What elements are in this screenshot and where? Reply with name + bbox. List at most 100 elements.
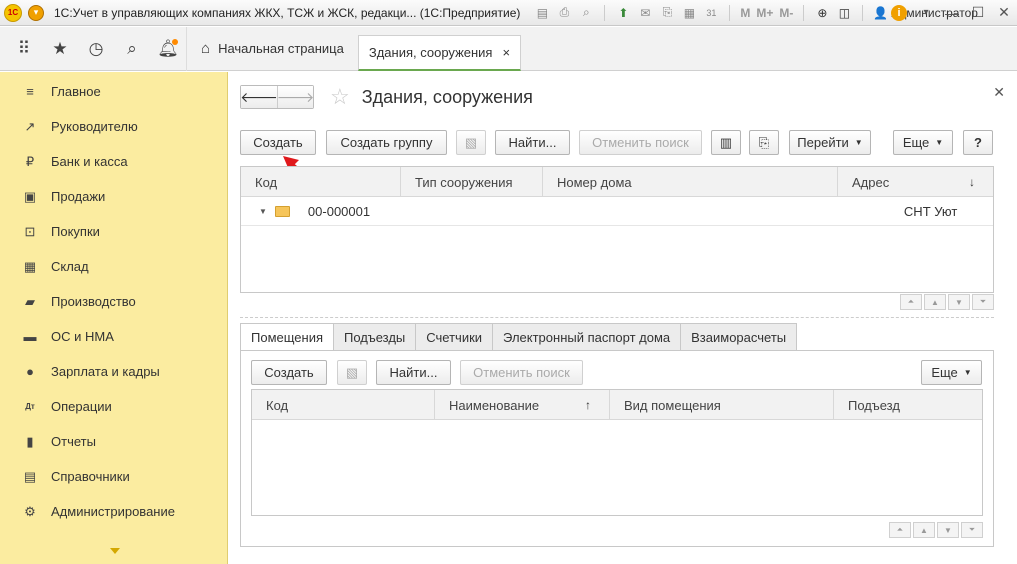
- column-header-name[interactable]: Наименование ↑: [435, 390, 610, 420]
- sidebar-item-admin[interactable]: ⚙ Администрирование: [0, 494, 227, 529]
- report-icon[interactable]: ▥: [711, 130, 741, 155]
- tab-meters[interactable]: Счетчики: [415, 323, 494, 350]
- sidebar-item-catalogs[interactable]: ▤ Справочники: [0, 459, 227, 494]
- goto-button[interactable]: Перейти ▼: [789, 130, 871, 155]
- goto-label: Перейти: [797, 135, 849, 150]
- notifications-bell-icon[interactable]: 🔔︎: [150, 27, 186, 71]
- column-header-name-label: Наименование: [449, 397, 540, 413]
- column-header-code[interactable]: Код: [241, 167, 401, 197]
- apps-grid-icon[interactable]: ⠿: [6, 27, 42, 71]
- warehouse-icon: ▦: [23, 258, 37, 274]
- attach-icon[interactable]: ⎘: [659, 5, 675, 21]
- column-header-type[interactable]: Тип сооружения: [401, 167, 543, 197]
- tab-entrances[interactable]: Подъезды: [333, 323, 417, 350]
- close-tab-icon[interactable]: ×: [502, 45, 510, 60]
- column-header-address[interactable]: Адрес ↓: [838, 167, 993, 197]
- tab-settlements[interactable]: Взаиморасчеты: [680, 323, 798, 350]
- chevron-down-icon[interactable]: ▾: [919, 7, 933, 18]
- sidebar-item-label: Главное: [51, 84, 101, 99]
- app-logo-icon: 1С: [4, 3, 22, 22]
- subtab-bar: Помещения Подъезды Счетчики Электронный …: [240, 323, 798, 351]
- create-button[interactable]: Создать: [240, 130, 316, 155]
- tab-home[interactable]: ⌂ Начальная страница: [186, 26, 358, 71]
- memory-plus-button[interactable]: M+: [756, 6, 773, 20]
- sidebar-item-purchases[interactable]: ⊡ Покупки: [0, 214, 227, 249]
- help-button[interactable]: ?: [963, 130, 993, 155]
- tab-passport[interactable]: Электронный паспорт дома: [492, 323, 682, 350]
- table-icon[interactable]: ▦: [681, 5, 697, 21]
- sidebar-item-sales[interactable]: ▣ Продажи: [0, 179, 227, 214]
- column-header-code[interactable]: Код: [252, 390, 435, 420]
- calendar-icon[interactable]: 31: [703, 5, 719, 21]
- sidebar-item-production[interactable]: ▰ Производство: [0, 284, 227, 319]
- create-group-button[interactable]: Создать группу: [326, 130, 447, 155]
- sort-down-icon: ↓: [969, 175, 975, 189]
- copy-icon[interactable]: ▧: [456, 130, 486, 155]
- back-button[interactable]: 🡐: [240, 86, 278, 108]
- scroll-bottom-button[interactable]: ⏷: [961, 522, 983, 538]
- sidebar-more-chevron-icon[interactable]: [110, 548, 120, 554]
- maximize-button[interactable]: ☐: [971, 4, 985, 21]
- splitter[interactable]: [240, 317, 994, 318]
- memory-minus-button[interactable]: M-: [779, 6, 793, 20]
- table-row[interactable]: ▼ 00-000001 СНТ Уют: [241, 197, 993, 226]
- scroll-top-button[interactable]: ⏶: [900, 294, 922, 310]
- panel-icon[interactable]: ◫: [836, 5, 852, 21]
- rooms-more-button[interactable]: Еще ▼: [921, 360, 982, 385]
- scroll-up-button[interactable]: ▲: [913, 522, 935, 538]
- tab-buildings-label: Здания, сооружения: [368, 44, 493, 60]
- sidebar-item-manager[interactable]: ↗ Руководителю: [0, 109, 227, 144]
- sidebar-item-assets[interactable]: ▬ ОС и НМА: [0, 319, 227, 354]
- scroll-bottom-button[interactable]: ⏷: [972, 294, 994, 310]
- sidebar-item-salary[interactable]: ● Зарплата и кадры: [0, 354, 227, 389]
- tab-bar: ⠿ ★ ◷ ⌕ 🔔︎ ⌂ Начальная страница Здания, …: [0, 26, 1017, 71]
- menu-icon: ≡: [26, 84, 34, 99]
- cancel-search-button[interactable]: Отменить поиск: [579, 130, 702, 155]
- close-form-icon[interactable]: ✕: [993, 84, 1005, 101]
- memory-button[interactable]: M: [740, 6, 750, 20]
- main-menu-button[interactable]: ▾: [28, 4, 44, 21]
- rooms-cancel-search-button[interactable]: Отменить поиск: [460, 360, 583, 385]
- search-icon[interactable]: ⌕: [114, 27, 150, 71]
- sidebar-item-label: Банк и касса: [51, 154, 128, 169]
- buildings-table: Код Тип сооружения Номер дома Адрес ↓ ▼ 0…: [240, 166, 994, 293]
- tab-buildings[interactable]: Здания, сооружения ×: [357, 34, 522, 71]
- scroll-down-button[interactable]: ▼: [937, 522, 959, 538]
- sidebar-item-label: Справочники: [51, 469, 130, 484]
- expand-caret-icon[interactable]: ▼: [259, 207, 267, 216]
- export-icon[interactable]: ⬆: [615, 5, 631, 21]
- sidebar-item-warehouse[interactable]: ▦ Склад: [0, 249, 227, 284]
- zoom-icon[interactable]: ⊕: [814, 5, 830, 21]
- preview-icon[interactable]: ⌕: [578, 5, 594, 21]
- more-button[interactable]: Еще ▼: [893, 130, 953, 155]
- close-window-button[interactable]: ✕: [997, 4, 1011, 21]
- sidebar-item-reports[interactable]: ▮ Отчеты: [0, 424, 227, 459]
- attachment-icon[interactable]: ⎘: [749, 130, 779, 155]
- tab-home-label: Начальная страница: [218, 41, 344, 56]
- scroll-up-button[interactable]: ▲: [924, 294, 946, 310]
- sidebar-item-operations[interactable]: Дт Операции: [0, 389, 227, 424]
- rooms-copy-icon[interactable]: ▧: [337, 360, 367, 385]
- mail-icon[interactable]: ✉: [637, 5, 653, 21]
- print-icon[interactable]: ⎙: [556, 5, 572, 21]
- tab-rooms[interactable]: Помещения: [240, 323, 335, 351]
- scroll-top-button[interactable]: ⏶: [889, 522, 911, 538]
- rooms-create-button[interactable]: Создать: [251, 360, 327, 385]
- minimize-button[interactable]: —: [945, 5, 959, 21]
- bar-chart-icon: ▮: [26, 433, 34, 449]
- scroll-down-button[interactable]: ▼: [948, 294, 970, 310]
- find-button[interactable]: Найти...: [495, 130, 570, 155]
- favorite-star-icon[interactable]: ☆: [330, 84, 350, 110]
- favorites-star-icon[interactable]: ★: [42, 27, 78, 71]
- info-icon[interactable]: i: [891, 4, 907, 21]
- sidebar-item-bank[interactable]: ₽ Банк и касса: [0, 144, 227, 179]
- column-header-room-type[interactable]: Вид помещения: [610, 390, 834, 420]
- forward-button[interactable]: 🡒: [277, 86, 314, 108]
- rooms-find-button[interactable]: Найти...: [376, 360, 451, 385]
- history-icon[interactable]: ◷: [78, 27, 114, 71]
- save-icon[interactable]: ▤: [534, 5, 550, 21]
- sidebar-item-main[interactable]: ≡ Главное: [0, 74, 227, 109]
- ruble-icon: ₽: [25, 153, 35, 169]
- column-header-entrance[interactable]: Подъезд: [834, 390, 982, 420]
- column-header-house[interactable]: Номер дома: [543, 167, 838, 197]
